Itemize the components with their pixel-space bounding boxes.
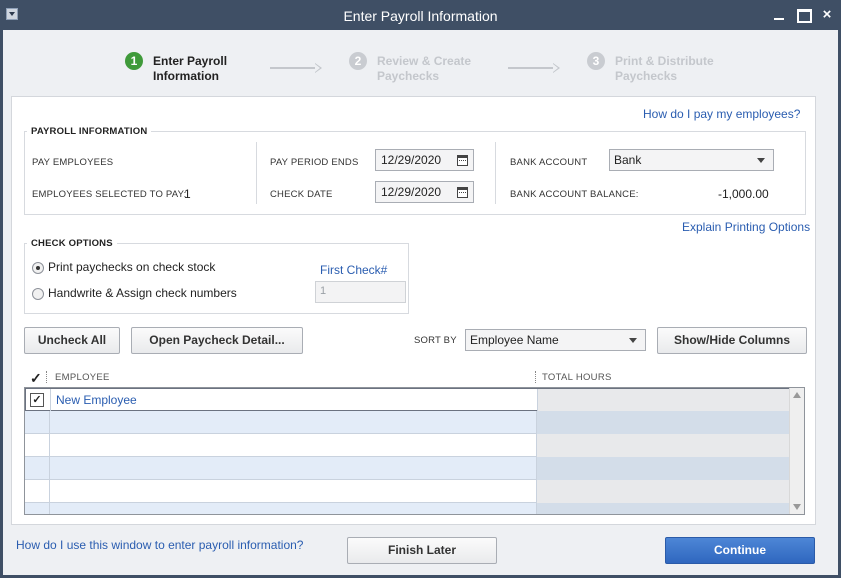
- continue-button[interactable]: Continue: [665, 537, 815, 564]
- window-content: 1 Enter Payroll Information 2 Review & C…: [3, 30, 838, 575]
- row-check-cell[interactable]: [25, 434, 50, 457]
- scroll-down-icon[interactable]: [793, 504, 801, 510]
- pay-employees-label: PAY EMPLOYEES: [32, 157, 114, 168]
- print-check-stock-radio[interactable]: [32, 262, 44, 274]
- minimize-icon[interactable]: [770, 6, 788, 24]
- step-label: Enter Payroll Information: [153, 54, 273, 84]
- group-title: CHECK OPTIONS: [27, 238, 117, 249]
- employee-cell[interactable]: [50, 411, 537, 434]
- total-hours-cell[interactable]: [537, 480, 789, 503]
- check-options-group: CHECK OPTIONS Print paychecks on check s…: [24, 238, 409, 314]
- step-number: 2: [349, 52, 367, 70]
- step-label: Review & Create Paychecks: [377, 54, 497, 84]
- bank-account-label: BANK ACCOUNT: [510, 157, 588, 168]
- window-title: Enter Payroll Information: [343, 8, 498, 24]
- column-separator[interactable]: [535, 371, 536, 383]
- calendar-icon[interactable]: [457, 187, 468, 198]
- employee-cell[interactable]: New Employee: [51, 389, 538, 412]
- employee-table: ✓ New Employee: [24, 387, 805, 515]
- step-label-line2: Paychecks: [615, 69, 678, 83]
- show-hide-columns-button[interactable]: Show/Hide Columns: [657, 327, 807, 354]
- vertical-scrollbar[interactable]: [789, 388, 804, 514]
- main-panel: How do I pay my employees? PAYROLL INFOR…: [11, 96, 816, 525]
- sort-by-label: SORT BY: [414, 335, 457, 346]
- step-label-line2: Information: [153, 69, 219, 83]
- row-check-cell[interactable]: [25, 480, 50, 503]
- employees-selected-label: EMPLOYEES SELECTED TO PAY:: [32, 189, 187, 200]
- bank-balance-value: -1,000.00: [718, 187, 769, 201]
- step-number: 1: [125, 52, 143, 70]
- row-check-cell[interactable]: [25, 503, 50, 514]
- bank-account-select[interactable]: Bank: [609, 149, 774, 171]
- total-hours-cell[interactable]: [538, 389, 790, 412]
- total-hours-cell[interactable]: [537, 434, 789, 457]
- table-row[interactable]: [25, 503, 789, 514]
- handwrite-label[interactable]: Handwrite & Assign check numbers: [48, 286, 237, 300]
- row-check-cell[interactable]: [25, 411, 50, 434]
- step-label-line1: Review & Create: [377, 54, 472, 68]
- handwrite-radio[interactable]: [32, 288, 44, 300]
- row-checkbox[interactable]: ✓: [30, 393, 44, 407]
- row-check-cell[interactable]: ✓: [26, 389, 51, 412]
- calendar-icon[interactable]: [457, 155, 468, 166]
- group-title: PAYROLL INFORMATION: [27, 126, 152, 137]
- step-number: 3: [587, 52, 605, 70]
- check-column-header[interactable]: ✓: [30, 370, 42, 387]
- step-label-line2: Paychecks: [377, 69, 440, 83]
- employee-cell[interactable]: [50, 457, 537, 480]
- step-arrow-icon: [270, 63, 322, 73]
- divider: [495, 142, 496, 204]
- bank-balance-label: BANK ACCOUNT BALANCE:: [510, 189, 639, 200]
- explain-printing-link[interactable]: Explain Printing Options: [682, 220, 810, 234]
- chevron-down-icon: [757, 158, 765, 163]
- bank-account-value: Bank: [614, 153, 642, 167]
- maximize-icon[interactable]: [794, 6, 812, 24]
- column-header-total-hours[interactable]: TOTAL HOURS: [542, 372, 612, 383]
- payroll-information-group: PAYROLL INFORMATION PAY EMPLOYEES EMPLOY…: [24, 126, 806, 215]
- chevron-down-icon: [629, 338, 637, 343]
- pay-employees-help-link[interactable]: How do I pay my employees?: [643, 107, 800, 121]
- total-hours-cell[interactable]: [537, 457, 789, 480]
- sort-by-value: Employee Name: [470, 333, 559, 347]
- pay-period-ends-field[interactable]: 12/29/2020: [375, 149, 474, 171]
- title-bar: Enter Payroll Information ×: [0, 0, 841, 30]
- employee-cell[interactable]: [50, 503, 537, 514]
- total-hours-cell[interactable]: [537, 503, 789, 514]
- close-icon[interactable]: ×: [818, 6, 836, 24]
- check-date-label: CHECK DATE: [270, 189, 333, 200]
- total-hours-cell[interactable]: [537, 411, 789, 434]
- column-separator: [46, 371, 47, 383]
- step-label: Print & Distribute Paychecks: [615, 54, 735, 84]
- scroll-up-icon[interactable]: [793, 392, 801, 398]
- pay-period-ends-label: PAY PERIOD ENDS: [270, 157, 359, 168]
- finish-later-button[interactable]: Finish Later: [347, 537, 497, 564]
- table-row[interactable]: [25, 480, 789, 503]
- check-date-field[interactable]: 12/29/2020: [375, 181, 474, 203]
- step-label-line1: Enter Payroll: [153, 54, 228, 68]
- uncheck-all-button[interactable]: Uncheck All: [24, 327, 120, 354]
- table-header: ✓ EMPLOYEE TOTAL HOURS: [24, 369, 806, 387]
- employee-cell[interactable]: [50, 434, 537, 457]
- employees-selected-value: 1: [184, 187, 191, 201]
- table-row[interactable]: [25, 457, 789, 480]
- first-check-link[interactable]: First Check#: [320, 263, 387, 277]
- open-paycheck-detail-button[interactable]: Open Paycheck Detail...: [131, 327, 303, 354]
- divider: [256, 142, 257, 204]
- table-row[interactable]: ✓ New Employee: [25, 388, 790, 412]
- step-label-line1: Print & Distribute: [615, 54, 714, 68]
- print-check-stock-label[interactable]: Print paychecks on check stock: [48, 260, 215, 274]
- pay-period-ends-value: 12/29/2020: [381, 153, 442, 167]
- window-help-link[interactable]: How do I use this window to enter payrol…: [16, 538, 303, 552]
- check-date-value: 12/29/2020: [381, 185, 442, 199]
- table-row[interactable]: [25, 434, 789, 457]
- column-header-employee[interactable]: EMPLOYEE: [55, 372, 110, 383]
- step-arrow-icon: [508, 63, 560, 73]
- first-check-input[interactable]: 1: [315, 281, 406, 303]
- row-check-cell[interactable]: [25, 457, 50, 480]
- employee-cell[interactable]: [50, 480, 537, 503]
- sort-by-select[interactable]: Employee Name: [465, 329, 646, 351]
- table-row[interactable]: [25, 411, 789, 434]
- payroll-window: Enter Payroll Information × 1 Enter Payr…: [0, 0, 841, 578]
